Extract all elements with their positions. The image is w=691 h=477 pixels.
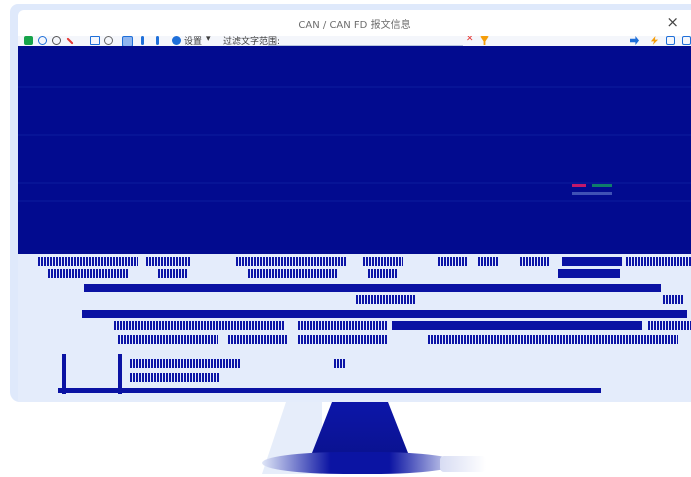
detail-cell (663, 295, 683, 304)
detail-cell (558, 269, 620, 278)
save-icon[interactable] (666, 36, 675, 45)
pause-icon[interactable] (24, 36, 33, 45)
refresh-icon[interactable] (52, 36, 61, 45)
log-row-divider (18, 134, 691, 136)
detail-separator (84, 284, 661, 292)
detail-cell (428, 335, 678, 344)
detail-cell (130, 373, 220, 382)
detail-cell (562, 257, 622, 266)
detail-cell (334, 359, 346, 368)
stand-reflection (440, 456, 486, 472)
detail-row (18, 256, 691, 268)
detail-row (18, 294, 691, 306)
detail-row (18, 334, 691, 346)
lightning-icon[interactable] (650, 36, 659, 45)
tools-icon[interactable] (630, 36, 639, 45)
detail-cell (368, 269, 398, 278)
monitor-stand-base (262, 452, 458, 474)
detail-separator (82, 310, 687, 318)
detail-row (18, 320, 691, 332)
funnel-icon[interactable] (480, 36, 489, 45)
detail-cell (228, 335, 288, 344)
detail-cell (520, 257, 550, 266)
detail-cell (438, 257, 468, 266)
settings-button-label[interactable]: 设置 (184, 36, 202, 46)
detail-cell (356, 295, 416, 304)
expand-icon[interactable] (682, 36, 691, 45)
status-marker (572, 192, 612, 195)
detail-cell (248, 269, 338, 278)
filter-input[interactable] (268, 36, 463, 46)
detail-cell (158, 269, 188, 278)
monitor-stand-neck (310, 402, 410, 458)
message-detail-panel (18, 254, 691, 402)
detail-cell (626, 257, 691, 266)
detail-cell (363, 257, 403, 266)
toolbar: 设置 ▾ 过滤文字范围: ✕ (18, 36, 691, 46)
detail-cell (298, 335, 388, 344)
message-log-area[interactable] (18, 46, 691, 254)
stop-icon[interactable] (66, 37, 74, 45)
detail-cell (236, 257, 346, 266)
detail-cell (114, 321, 284, 330)
clock-icon[interactable] (104, 36, 113, 45)
detail-cell (648, 321, 691, 330)
monitor-screen: CAN / CAN FD 报文信息 × 设置 ▾ 过滤文字范围: ✕ (10, 4, 691, 402)
detail-separator (58, 388, 601, 393)
upload-icon[interactable] (156, 36, 159, 45)
detail-cell (478, 257, 498, 266)
view-icon[interactable] (122, 36, 133, 46)
gear-icon[interactable] (172, 36, 181, 45)
settings-dropdown-icon[interactable]: ▾ (206, 36, 211, 44)
close-icon[interactable]: × (666, 13, 679, 31)
download-icon[interactable] (141, 36, 144, 45)
status-marker (592, 184, 612, 187)
detail-cell (392, 321, 642, 330)
detail-cell (146, 257, 191, 266)
table-icon[interactable] (90, 36, 100, 45)
log-row-divider (18, 200, 691, 202)
detail-separator (62, 354, 66, 394)
detail-separator (118, 354, 122, 394)
window-title: CAN / CAN FD 报文信息 (298, 20, 411, 31)
detail-cell (130, 359, 240, 368)
window-title-bar: CAN / CAN FD 报文信息 × (18, 10, 691, 36)
detail-cell (48, 269, 128, 278)
filter-clear-icon[interactable]: ✕ (466, 36, 474, 44)
status-marker (572, 184, 586, 187)
log-row-divider (18, 86, 691, 88)
detail-cell (118, 335, 218, 344)
detail-cell (38, 257, 138, 266)
log-row-divider (18, 182, 691, 184)
record-icon[interactable] (38, 36, 47, 45)
detail-row (18, 268, 691, 280)
detail-cell (298, 321, 388, 330)
